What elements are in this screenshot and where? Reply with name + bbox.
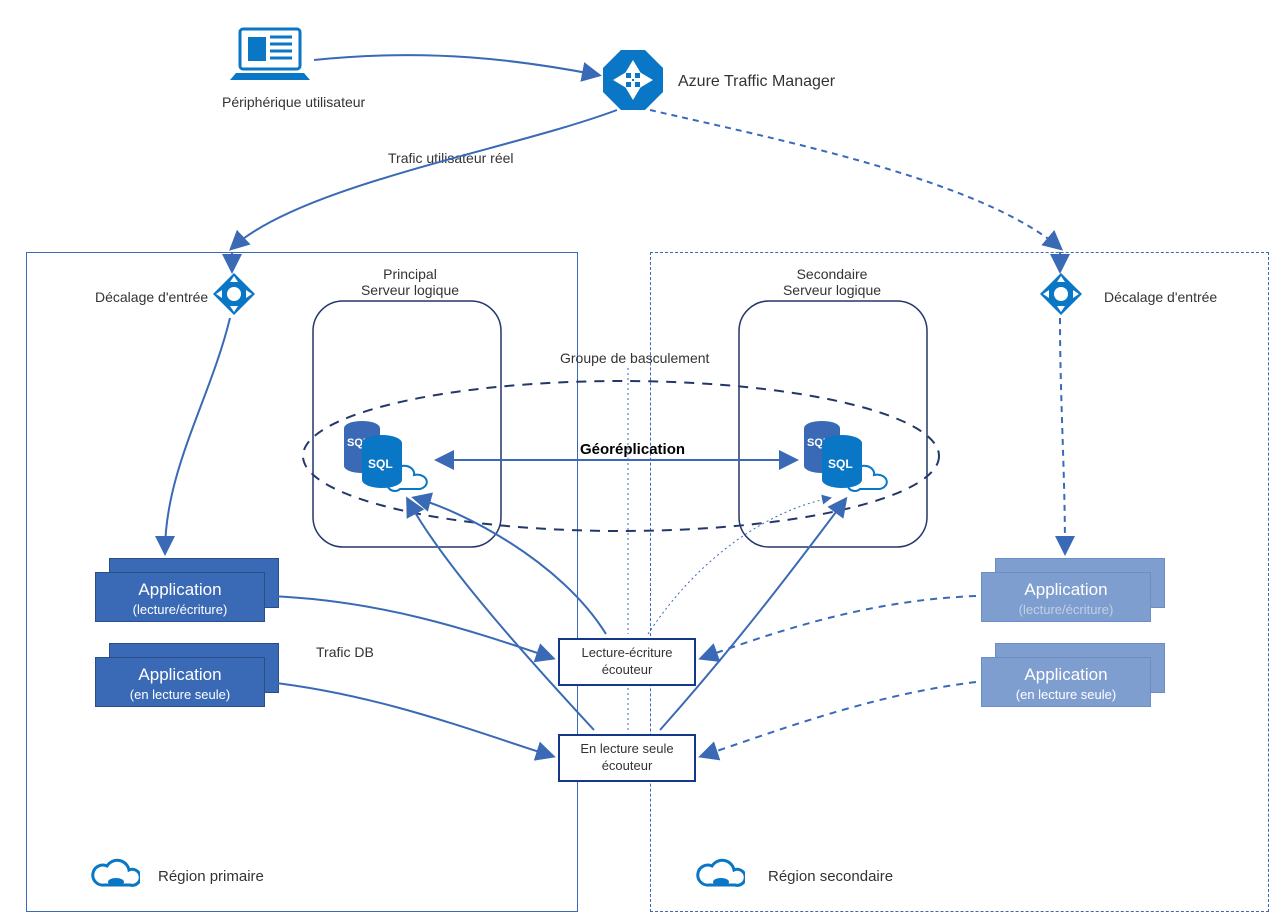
listener-ro-box: En lecture seule écouteur [558,734,696,782]
svg-text:SQL: SQL [828,457,853,471]
region-primary-label: Région primaire [158,868,264,885]
region-secondary-label: Région secondaire [768,868,893,885]
principal-title: Principal [383,266,437,282]
app-primary-ro-title: Application [138,665,221,684]
listener-rw-l1: Lecture-écriture [581,645,672,662]
traffic-manager-icon [603,50,663,110]
listener-ro-l2: écouteur [602,758,653,775]
app-primary-ro-box: Application (en lecture seule) [95,657,265,707]
region-secondary-cloud-icon [695,857,745,891]
app-primary-rw-sub: (lecture/écriture) [133,602,228,617]
principal-server-label: Principal Serveur logique [360,266,460,298]
real-user-traffic-label: Trafic utilisateur réel [388,150,514,166]
region-primary-cloud-icon [90,857,140,891]
listener-rw-box: Lecture-écriture écouteur [558,638,696,686]
listener-ro-l1: En lecture seule [580,741,673,758]
svg-text:SQL: SQL [368,457,393,471]
app-secondary-ro-title: Application [1024,665,1107,684]
principal-sub: Serveur logique [361,282,459,298]
load-balancer-left-icon [213,273,255,315]
app-secondary-rw-box: Application (lecture/écriture) [981,572,1151,622]
device-label: Périphérique utilisateur [222,94,365,110]
entry-offset-left-label: Décalage d'entrée [95,289,208,305]
app-secondary-ro-box: Application (en lecture seule) [981,657,1151,707]
secondary-title: Secondaire [797,266,868,282]
diagram-stage: Périphérique utilisateur Azure Traffic M… [0,0,1271,914]
secondary-sub: Serveur logique [783,282,881,298]
entry-offset-right-label: Décalage d'entrée [1104,289,1217,305]
secondary-server-label: Secondaire Serveur logique [782,266,882,298]
device-icon [230,27,310,82]
db-traffic-label: Trafic DB [316,644,374,660]
app-primary-ro-sub: (en lecture seule) [130,687,230,702]
app-primary-rw-box: Application (lecture/écriture) [95,572,265,622]
app-primary-rw-title: Application [138,580,221,599]
load-balancer-right-icon [1040,273,1082,315]
listener-rw-l2: écouteur [602,662,653,679]
app-secondary-ro-sub: (en lecture seule) [1016,687,1116,702]
app-secondary-rw-sub: (lecture/écriture) [1019,602,1114,617]
failover-group-label: Groupe de basculement [560,350,709,366]
traffic-manager-label: Azure Traffic Manager [678,73,835,91]
sql-db-primary-icon: SQL SQL [340,418,430,500]
app-secondary-rw-title: Application [1024,580,1107,599]
geo-replication-label: Géoréplication [580,441,685,458]
sql-db-secondary-icon: SQL SQL [800,418,890,500]
